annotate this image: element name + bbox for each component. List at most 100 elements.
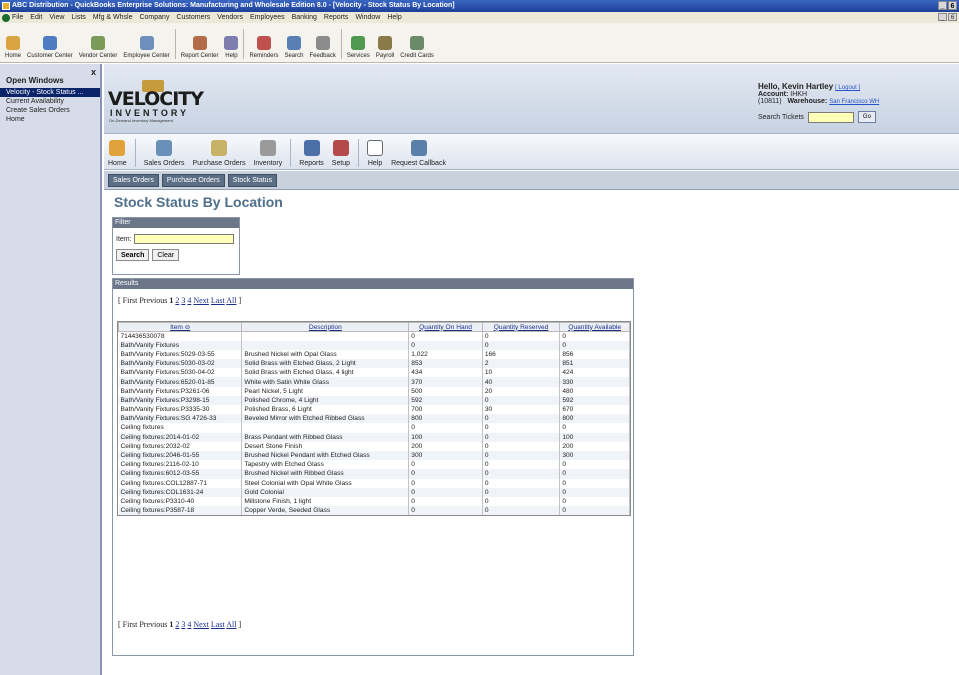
- toolbar-employee-center-button[interactable]: Employee Center: [120, 36, 172, 62]
- table-row[interactable]: Bath/Vanity Fixtures:5030-03-02 Solid Bra…: [118, 359, 630, 369]
- table-row[interactable]: Bath/Vanity Fixtures:SG 4726-33 Beveled M…: [118, 414, 630, 424]
- minimize-button[interactable]: _: [938, 1, 947, 10]
- table-row[interactable]: Bath/Vanity Fixtures:P3261-06 Pearl Nicke…: [118, 386, 630, 396]
- pager-all-link[interactable]: All: [226, 620, 236, 629]
- pager-previous: Previous: [139, 296, 168, 305]
- subtab-sales-orders[interactable]: Sales Orders: [108, 173, 159, 187]
- open-window-item[interactable]: Create Sales Orders: [0, 106, 100, 115]
- go-button[interactable]: Go: [857, 111, 876, 123]
- table-row[interactable]: Ceiling fixtures 0 0 0: [118, 423, 630, 433]
- toolbar-payroll-button[interactable]: Payroll: [373, 36, 397, 62]
- table-row[interactable]: Bath/Vanity Fixtures:P3298-15 Polished Ch…: [118, 395, 630, 405]
- child-minimize-button[interactable]: _: [938, 13, 947, 21]
- table-row[interactable]: Bath/Vanity Fixtures:6520-01-85 White wit…: [118, 377, 630, 387]
- pager-page-link[interactable]: 3: [181, 620, 185, 629]
- toolbar-vendor-center-button[interactable]: Vendor Center: [76, 36, 121, 62]
- item-filter-input[interactable]: [133, 234, 234, 244]
- toolbar-report-center-button[interactable]: Report Center: [178, 36, 222, 62]
- table-row[interactable]: Ceiling fixtures:2032-02 Desert Stone Fin…: [118, 441, 630, 451]
- nav-sales-orders[interactable]: Sales Orders: [144, 140, 185, 169]
- menu-view[interactable]: View: [49, 14, 64, 21]
- pager-first: First: [122, 296, 138, 305]
- pager-page-link[interactable]: 3: [181, 296, 185, 305]
- table-row[interactable]: Ceiling fixtures:P3587-18 Copper Verde, S…: [118, 506, 630, 516]
- toolbar-home-button[interactable]: Home: [2, 36, 24, 62]
- toolbar-services-button[interactable]: Services: [344, 36, 373, 62]
- nav-help[interactable]: Help: [367, 140, 384, 169]
- search-button[interactable]: Search: [116, 249, 150, 261]
- open-window-item[interactable]: Current Availability: [0, 97, 100, 106]
- vendor-center-icon: [91, 36, 106, 50]
- column-header-3[interactable]: Quantity On Hand: [408, 322, 483, 332]
- table-row[interactable]: Bath/Vanity Fixtures:5029-03-55 Brushed N…: [118, 349, 630, 360]
- pager-last-link[interactable]: Last: [211, 296, 225, 305]
- menu-reports[interactable]: Reports: [324, 14, 349, 21]
- column-header-1[interactable]: Item ⊖: [117, 322, 243, 332]
- warehouse-link[interactable]: San Francisco WH: [829, 99, 879, 105]
- menu-vendors[interactable]: Vendors: [217, 14, 243, 21]
- nav-label: Purchase Orders: [192, 160, 246, 167]
- menu-lists[interactable]: Lists: [71, 14, 85, 21]
- clear-button[interactable]: Clear: [152, 249, 180, 261]
- open-window-item[interactable]: Velocity - Stock Status ...: [0, 88, 100, 97]
- menu-mfg-whsle[interactable]: Mfg & Whsle: [93, 14, 133, 21]
- toolbar-separator: [243, 29, 245, 59]
- pager-page-link[interactable]: 4: [187, 620, 191, 629]
- close-open-windows-button[interactable]: x: [91, 67, 96, 77]
- pager-next-link[interactable]: Next: [193, 620, 209, 629]
- menu-help[interactable]: Help: [387, 14, 401, 21]
- column-header-4[interactable]: Quantity Reserved: [481, 322, 561, 332]
- table-cell: 424: [559, 368, 630, 378]
- table-row[interactable]: Ceiling fixtures:COL1631-24 Gold Colonial…: [118, 487, 630, 497]
- menu-company[interactable]: Company: [139, 14, 169, 21]
- column-header-2[interactable]: Description: [241, 322, 410, 332]
- restore-button[interactable]: 6: [948, 1, 957, 10]
- results-header: Results: [113, 279, 633, 289]
- table-row[interactable]: Ceiling fixtures:2116-02-10 Tapestry with…: [118, 460, 630, 470]
- table-row[interactable]: Ceiling fixtures:COL12887-71 Steel Coloni…: [118, 478, 630, 488]
- table-row[interactable]: Bath/Vanity Fixtures:P3335-30 Polished Br…: [118, 405, 630, 415]
- toolbar-search-button[interactable]: Search: [281, 36, 306, 62]
- toolbar-reminders-button[interactable]: Reminders: [246, 36, 281, 62]
- menu-edit[interactable]: Edit: [30, 14, 42, 21]
- open-window-item[interactable]: Home: [0, 115, 100, 124]
- menu-file[interactable]: File: [12, 14, 23, 21]
- toolbar-customer-center-button[interactable]: Customer Center: [24, 36, 76, 62]
- table-row[interactable]: Bath/Vanity Fixtures:5030-04-02 Solid Bra…: [118, 368, 630, 378]
- table-row[interactable]: Ceiling fixtures:6012-03-55 Brushed Nicke…: [118, 469, 630, 479]
- child-restore-button[interactable]: 6: [948, 13, 957, 21]
- quickbooks-icon[interactable]: [2, 14, 10, 22]
- column-header-5[interactable]: Quantity Available: [559, 322, 630, 332]
- table-row[interactable]: Bath/Vanity Fixtures 0 0 0: [118, 340, 630, 350]
- pager-last-link[interactable]: Last: [211, 620, 225, 629]
- table-row[interactable]: 714436530078 0 0 0: [118, 331, 630, 341]
- sub-nav: Sales Orders Purchase Orders Stock Statu…: [104, 171, 959, 190]
- pager-page-link[interactable]: 2: [175, 296, 179, 305]
- pager-all-link[interactable]: All: [226, 296, 236, 305]
- toolbar-credit-cards-button[interactable]: Credit Cards: [397, 36, 437, 62]
- pager-page-link[interactable]: 4: [187, 296, 191, 305]
- subtab-purchase-orders[interactable]: Purchase Orders: [161, 173, 225, 187]
- nav-reports[interactable]: Reports: [299, 140, 324, 169]
- table-row[interactable]: Ceiling fixtures:2046-01-55 Brushed Nicke…: [118, 450, 630, 461]
- toolbar-feedback-button[interactable]: Feedback: [306, 36, 338, 62]
- nav-request-callback[interactable]: Request Callback: [391, 140, 446, 169]
- velocity-logo[interactable]: VELOCITY INVENTORY On-Demand Inventory M…: [108, 80, 218, 124]
- nav-home[interactable]: Home: [108, 140, 127, 169]
- pager-next-link[interactable]: Next: [193, 296, 209, 305]
- toolbar-help-button[interactable]: Help: [221, 36, 241, 62]
- menu-employees[interactable]: Employees: [250, 14, 285, 21]
- menu-window[interactable]: Window: [355, 14, 380, 21]
- menu-banking[interactable]: Banking: [292, 14, 317, 21]
- table-row[interactable]: Ceiling fixtures:2014-01-02 Brass Pendant…: [118, 432, 630, 442]
- menu-customers[interactable]: Customers: [176, 14, 210, 21]
- table-row[interactable]: Ceiling fixtures:P3310-40 Millstone Finis…: [118, 496, 630, 507]
- subtab-stock-status[interactable]: Stock Status: [227, 173, 278, 187]
- pager-page-link[interactable]: 2: [175, 620, 179, 629]
- search-tickets-input[interactable]: [807, 111, 854, 123]
- toolbar-label: Payroll: [375, 53, 395, 59]
- logout-link[interactable]: [ Logout ]: [835, 85, 860, 91]
- nav-inventory[interactable]: Inventory: [253, 140, 282, 169]
- nav-purchase-orders[interactable]: Purchase Orders: [192, 140, 246, 169]
- nav-setup[interactable]: Setup: [332, 140, 350, 169]
